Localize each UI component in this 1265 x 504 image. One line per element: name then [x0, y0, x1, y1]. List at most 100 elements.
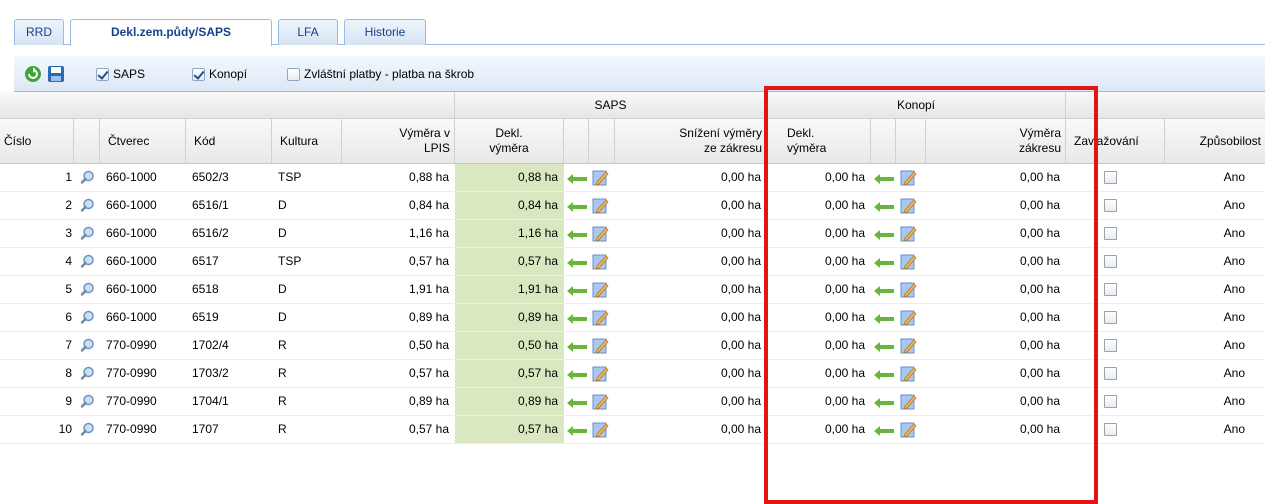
table-row[interactable]: 9 770-0990 1704/1 R 0,89 ha 0,89 ha 0,00 ha 0,0…	[0, 388, 1265, 416]
cell-konopi-dekl-vymera[interactable]: 0,00 ha	[767, 276, 871, 303]
copy-arrow-icon[interactable]	[874, 313, 894, 324]
edit-icon[interactable]	[900, 169, 917, 186]
copy-arrow-icon[interactable]	[874, 397, 894, 408]
cell-konopi-dekl-vymera[interactable]: 0,00 ha	[767, 332, 871, 359]
tab-historie[interactable]: Historie	[344, 19, 426, 45]
cell-konopi-dekl-vymera[interactable]: 0,00 ha	[767, 220, 871, 247]
edit-icon[interactable]	[592, 365, 609, 382]
cell-konopi-dekl-vymera[interactable]: 0,00 ha	[767, 192, 871, 219]
edit-icon[interactable]	[900, 393, 917, 410]
search-icon[interactable]	[80, 394, 95, 409]
search-icon[interactable]	[80, 254, 95, 269]
copy-arrow-icon[interactable]	[874, 425, 894, 436]
edit-icon[interactable]	[900, 197, 917, 214]
edit-icon[interactable]	[900, 225, 917, 242]
search-icon[interactable]	[80, 366, 95, 381]
table-row[interactable]: 5 660-1000 6518 D 1,91 ha 1,91 ha 0,00 ha 0,00 …	[0, 276, 1265, 304]
cell-saps-dekl-vymera[interactable]: 0,89 ha	[455, 304, 564, 331]
cell-saps-dekl-vymera[interactable]: 0,89 ha	[455, 388, 564, 415]
zavlazovani-checkbox[interactable]	[1104, 199, 1117, 212]
copy-arrow-icon[interactable]	[567, 229, 587, 240]
edit-icon[interactable]	[592, 225, 609, 242]
table-row[interactable]: 7 770-0990 1702/4 R 0,50 ha 0,50 ha 0,00 ha 0,0…	[0, 332, 1265, 360]
search-icon[interactable]	[80, 310, 95, 325]
col-zavlazovani[interactable]: Zavlažování	[1066, 119, 1165, 163]
cell-konopi-dekl-vymera[interactable]: 0,00 ha	[767, 360, 871, 387]
cell-saps-dekl-vymera[interactable]: 0,57 ha	[455, 248, 564, 275]
zavlazovani-checkbox[interactable]	[1104, 227, 1117, 240]
zavlazovani-checkbox[interactable]	[1104, 311, 1117, 324]
zavlazovani-checkbox[interactable]	[1104, 423, 1117, 436]
cell-konopi-dekl-vymera[interactable]: 0,00 ha	[767, 248, 871, 275]
tab-lfa[interactable]: LFA	[278, 19, 338, 45]
cell-saps-dekl-vymera[interactable]: 0,88 ha	[455, 164, 564, 191]
cell-saps-dekl-vymera[interactable]: 0,57 ha	[455, 360, 564, 387]
edit-icon[interactable]	[592, 169, 609, 186]
zavlazovani-checkbox[interactable]	[1104, 339, 1117, 352]
edit-icon[interactable]	[592, 337, 609, 354]
edit-icon[interactable]	[900, 281, 917, 298]
copy-arrow-icon[interactable]	[567, 313, 587, 324]
table-row[interactable]: 3 660-1000 6516/2 D 1,16 ha 1,16 ha 0,00 ha 0,0…	[0, 220, 1265, 248]
copy-arrow-icon[interactable]	[567, 341, 587, 352]
cell-saps-dekl-vymera[interactable]: 0,84 ha	[455, 192, 564, 219]
search-icon[interactable]	[80, 422, 95, 437]
copy-arrow-icon[interactable]	[567, 425, 587, 436]
search-icon[interactable]	[80, 226, 95, 241]
save-icon[interactable]	[47, 65, 65, 83]
copy-arrow-icon[interactable]	[874, 173, 894, 184]
table-row[interactable]: 2 660-1000 6516/1 D 0,84 ha 0,84 ha 0,00 ha 0,0…	[0, 192, 1265, 220]
col-kultura[interactable]: Kultura	[272, 119, 342, 163]
col-ctverec[interactable]: Čtverec	[100, 119, 186, 163]
zvlastni-platby-checkbox-box[interactable]	[287, 67, 300, 81]
cell-konopi-dekl-vymera[interactable]: 0,00 ha	[767, 304, 871, 331]
copy-arrow-icon[interactable]	[567, 201, 587, 212]
table-row[interactable]: 4 660-1000 6517 TSP 0,57 ha 0,57 ha 0,00 ha 0,0…	[0, 248, 1265, 276]
copy-arrow-icon[interactable]	[567, 285, 587, 296]
edit-icon[interactable]	[592, 393, 609, 410]
saps-checkbox[interactable]: SAPS	[96, 65, 145, 83]
zvlastni-platby-checkbox[interactable]: Zvláštní platby - platba na škrob	[287, 65, 474, 83]
cell-saps-dekl-vymera[interactable]: 0,57 ha	[455, 416, 564, 443]
col-vymera-lpis[interactable]: Výměra v LPIS	[342, 119, 455, 163]
cell-saps-dekl-vymera[interactable]: 1,16 ha	[455, 220, 564, 247]
zavlazovani-checkbox[interactable]	[1104, 171, 1117, 184]
cell-saps-dekl-vymera[interactable]: 1,91 ha	[455, 276, 564, 303]
cell-konopi-dekl-vymera[interactable]: 0,00 ha	[767, 416, 871, 443]
col-cislo[interactable]: Číslo	[0, 119, 74, 163]
konopi-checkbox-box[interactable]	[192, 67, 205, 81]
search-icon[interactable]	[80, 282, 95, 297]
cell-konopi-dekl-vymera[interactable]: 0,00 ha	[767, 388, 871, 415]
konopi-checkbox[interactable]: Konopí	[192, 65, 247, 83]
edit-icon[interactable]	[900, 309, 917, 326]
search-icon[interactable]	[80, 170, 95, 185]
edit-icon[interactable]	[900, 421, 917, 438]
cell-saps-dekl-vymera[interactable]: 0,50 ha	[455, 332, 564, 359]
copy-arrow-icon[interactable]	[567, 397, 587, 408]
tab-dekl-zem-pudy-saps[interactable]: Dekl.zem.půdy/SAPS	[70, 19, 272, 46]
zavlazovani-checkbox[interactable]	[1104, 395, 1117, 408]
col-zpusobilost[interactable]: Způsobilost	[1165, 119, 1265, 163]
edit-icon[interactable]	[592, 253, 609, 270]
edit-icon[interactable]	[900, 337, 917, 354]
copy-arrow-icon[interactable]	[874, 285, 894, 296]
table-row[interactable]: 1 660-1000 6502/3 TSP 0,88 ha 0,88 ha 0,00 ha 0…	[0, 164, 1265, 192]
search-icon[interactable]	[80, 338, 95, 353]
edit-icon[interactable]	[592, 281, 609, 298]
col-snizeni-vymery[interactable]: Snížení výměry ze zákresu	[615, 119, 767, 163]
col-vymera-zakresu[interactable]: Výměra zákresu	[926, 119, 1066, 163]
zavlazovani-checkbox[interactable]	[1104, 367, 1117, 380]
table-row[interactable]: 10 770-0990 1707 R 0,57 ha 0,57 ha 0,00 ha 0,00…	[0, 416, 1265, 444]
search-icon[interactable]	[80, 198, 95, 213]
col-konopi-dekl-vymera[interactable]: Dekl. výměra	[767, 119, 871, 163]
copy-arrow-icon[interactable]	[874, 341, 894, 352]
copy-arrow-icon[interactable]	[567, 257, 587, 268]
col-kod[interactable]: Kód	[186, 119, 272, 163]
col-saps-dekl-vymera[interactable]: Dekl. výměra	[455, 119, 564, 163]
copy-arrow-icon[interactable]	[874, 229, 894, 240]
edit-icon[interactable]	[592, 309, 609, 326]
copy-arrow-icon[interactable]	[567, 369, 587, 380]
zavlazovani-checkbox[interactable]	[1104, 255, 1117, 268]
copy-arrow-icon[interactable]	[874, 201, 894, 212]
edit-icon[interactable]	[900, 253, 917, 270]
